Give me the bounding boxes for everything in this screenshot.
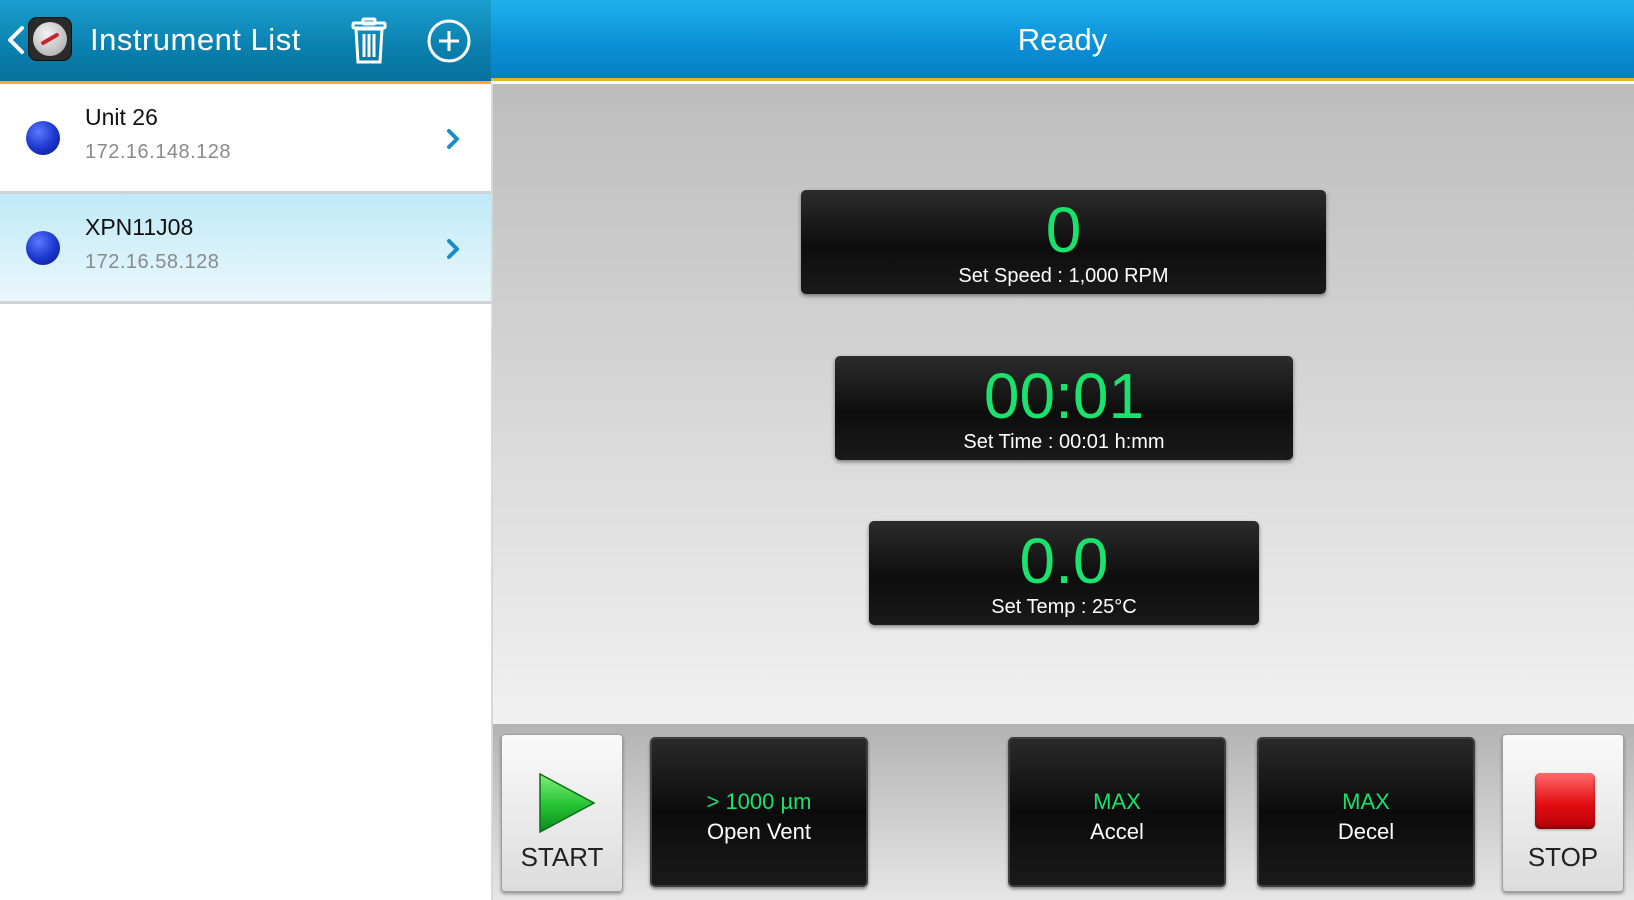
accel-value: MAX	[1093, 789, 1141, 814]
temp-readout[interactable]: 0.0 Set Temp : 25°C	[869, 521, 1259, 625]
chevron-right-icon[interactable]	[443, 124, 463, 154]
play-icon	[539, 772, 596, 834]
decel-label: Decel	[1337, 819, 1395, 844]
instrument-name: XPN11J08	[85, 214, 194, 240]
time-readout[interactable]: 00:01 Set Time : 00:01 h:mm	[835, 356, 1293, 460]
start-button[interactable]: START	[501, 734, 623, 892]
vent-value: > 1000 µm	[706, 789, 812, 814]
status-dot-icon	[26, 231, 60, 265]
add-instrument-icon[interactable]	[424, 16, 474, 66]
instrument-list-header: Instrument List	[0, 0, 491, 84]
speed-readout[interactable]: 0 Set Speed : 1,000 RPM	[801, 190, 1326, 294]
back-chevron-icon[interactable]	[4, 20, 28, 60]
run-status-title: Ready	[1017, 22, 1108, 57]
start-label: START	[520, 842, 604, 872]
speed-setting: Set Speed : 1,000 RPM	[958, 265, 1169, 287]
chevron-right-icon[interactable]	[443, 234, 463, 264]
speed-value: 0	[1045, 194, 1082, 266]
time-value: 00:01	[983, 360, 1145, 432]
time-setting: Set Time : 00:01 h:mm	[963, 431, 1165, 453]
vent-label: Open Vent	[707, 819, 811, 844]
accel-label: Accel	[1090, 819, 1144, 844]
status-header: Ready	[491, 0, 1634, 81]
stop-button[interactable]: STOP	[1502, 734, 1624, 892]
status-dot-icon	[26, 121, 60, 155]
trash-icon[interactable]	[344, 16, 394, 66]
temp-value: 0.0	[1019, 525, 1109, 597]
accel-button[interactable]: MAX Accel	[1008, 737, 1226, 887]
instrument-list-title: Instrument List	[90, 22, 301, 57]
stop-square-icon	[1535, 773, 1595, 829]
instrument-ip: 172.16.58.128	[85, 251, 220, 273]
stop-label: STOP	[1527, 842, 1599, 872]
instrument-name: Unit 26	[85, 104, 158, 130]
app-logo-icon[interactable]	[28, 17, 72, 61]
instrument-ip: 172.16.148.128	[85, 141, 232, 163]
decel-button[interactable]: MAX Decel	[1257, 737, 1475, 887]
instrument-item-xpn11j08[interactable]: XPN11J08 172.16.58.128	[0, 194, 491, 304]
control-bar: START > 1000 µm Open Vent MAX Accel MAX …	[493, 724, 1634, 900]
decel-value: MAX	[1342, 789, 1390, 814]
run-readout-area: 0 Set Speed : 1,000 RPM 00:01 Set Time :…	[493, 84, 1634, 724]
instrument-list: Unit 26 172.16.148.128 XPN11J08 172.16.5…	[0, 84, 491, 304]
open-vent-button[interactable]: > 1000 µm Open Vent	[650, 737, 868, 887]
instrument-item-unit-26[interactable]: Unit 26 172.16.148.128	[0, 84, 491, 194]
temp-setting: Set Temp : 25°C	[991, 596, 1137, 618]
